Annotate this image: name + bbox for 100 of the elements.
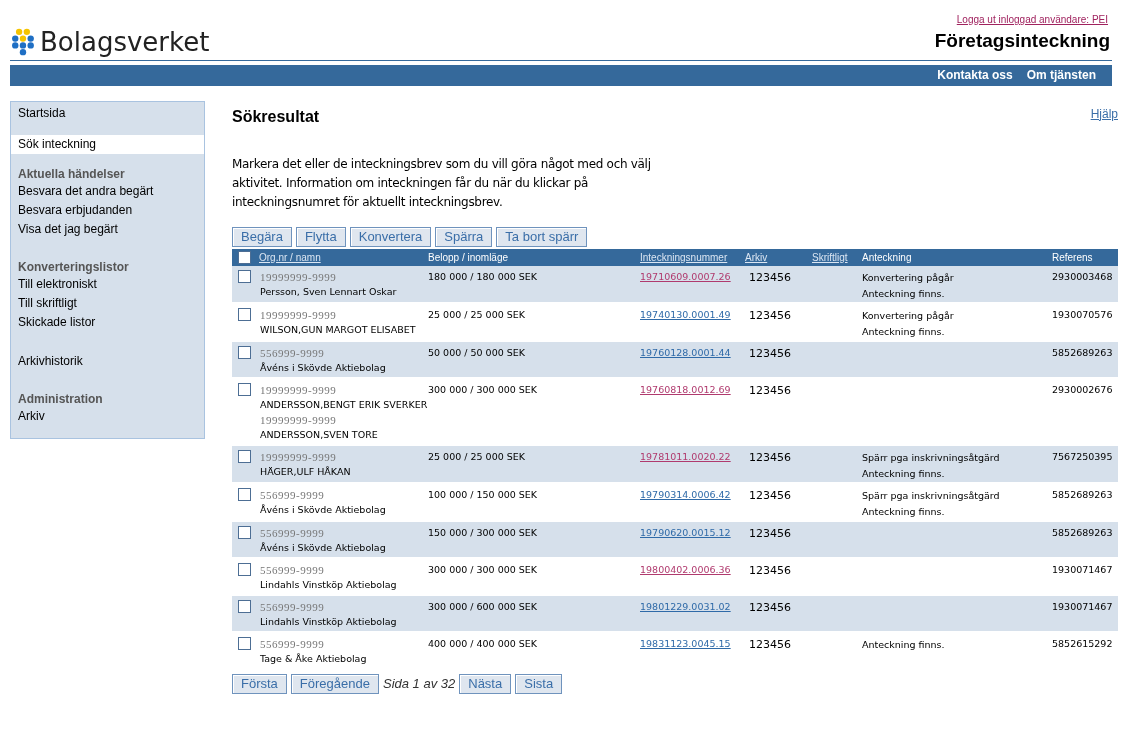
sidebar-heading: Konverteringslistor xyxy=(17,258,130,275)
note-text: Anteckning finns. xyxy=(862,504,946,519)
archive-text: 123456 xyxy=(749,383,791,397)
org-number: 19999999-9999 xyxy=(260,307,338,322)
org-number: 556999-9999 xyxy=(260,487,326,502)
row-checkbox[interactable] xyxy=(238,562,251,576)
mortgage-number-link[interactable]: 19801229.0031.02 xyxy=(640,600,731,612)
archive-text: 123456 xyxy=(749,637,791,651)
reference-text: 5852689263 xyxy=(1052,526,1113,538)
sidebar-item[interactable]: Startsida xyxy=(11,103,204,123)
mortgage-number-link[interactable]: 19740130.0001.49 xyxy=(640,308,731,320)
help-link[interactable]: Hjälp xyxy=(1090,104,1118,123)
row-checkbox[interactable] xyxy=(238,599,251,613)
note-text: Anteckning finns. xyxy=(862,637,946,652)
amount-text: 300 000 / 300 000 SEK xyxy=(428,563,538,575)
party-name: ANDERSSON,SVEN TORE xyxy=(260,427,379,442)
mortgage-number-link[interactable]: 19760128.0001.44 xyxy=(640,346,731,358)
archive-text: 123456 xyxy=(749,600,791,614)
mortgage-number-link[interactable]: 19790620.0015.12 xyxy=(640,526,731,538)
sidebar-item[interactable]: Besvara det andra begärt xyxy=(11,181,204,201)
archive-text: 123456 xyxy=(749,488,791,502)
mortgage-number-link[interactable]: 19790314.0006.42 xyxy=(640,488,731,500)
column-header: Referens xyxy=(1052,250,1093,265)
amount-text: 150 000 / 300 000 SEK xyxy=(428,526,538,538)
note-text: Anteckning finns. xyxy=(862,324,946,339)
reference-text: 2930002676 xyxy=(1052,383,1113,395)
row-checkbox[interactable] xyxy=(238,382,251,396)
previous-page-button[interactable]: Föregående xyxy=(290,673,379,694)
amount-text: 300 000 / 600 000 SEK xyxy=(428,600,538,612)
amount-text: 400 000 / 400 000 SEK xyxy=(428,637,538,649)
sidebar-item[interactable]: Arkiv xyxy=(11,406,204,426)
row-checkbox[interactable] xyxy=(238,449,251,463)
select-all-checkbox[interactable] xyxy=(238,250,251,264)
reference-text: 1930071467 xyxy=(1052,563,1113,575)
mortgage-number-link[interactable]: 19781011.0020.22 xyxy=(640,450,731,462)
org-number: 556999-9999 xyxy=(260,562,326,577)
next-page-button[interactable]: Nästa xyxy=(459,673,512,694)
action-button[interactable]: Konvertera xyxy=(349,226,432,247)
sort-link[interactable]: Arkiv xyxy=(745,249,768,265)
mortgage-number-link[interactable]: 19800402.0006.36 xyxy=(640,563,731,575)
org-number: 19999999-9999 xyxy=(260,412,338,427)
note-text: Anteckning finns. xyxy=(862,286,946,301)
sort-link[interactable]: Org.nr / namn xyxy=(259,249,321,265)
row-checkbox[interactable] xyxy=(238,525,251,539)
nav-link[interactable]: Kontakta oss xyxy=(937,66,1013,84)
logout-link[interactable]: Logga ut inloggad användare: PEI xyxy=(956,12,1108,27)
last-page-button[interactable]: Sista xyxy=(515,673,563,694)
sidebar-item[interactable]: Sök inteckning xyxy=(11,134,204,154)
page-title: Sökresultat xyxy=(232,106,320,127)
amount-text: 25 000 / 25 000 SEK xyxy=(428,450,525,462)
party-name: Åvéns i Skövde Aktiebolag xyxy=(260,540,386,555)
logo-icon xyxy=(10,27,34,56)
service-title: Företagsinteckning xyxy=(934,29,1110,53)
sidebar-item[interactable]: Arkivhistorik xyxy=(11,351,204,371)
row-checkbox[interactable] xyxy=(238,636,251,650)
sidebar-item[interactable]: Till elektroniskt xyxy=(11,274,204,294)
column-header: Belopp / inomläge xyxy=(428,250,509,265)
row-checkbox[interactable] xyxy=(238,487,251,501)
sort-link[interactable]: Skriftligt xyxy=(812,249,848,265)
sidebar-item[interactable]: Visa det jag begärt xyxy=(11,219,204,239)
sort-link[interactable]: Inteckningsnummer xyxy=(640,249,728,265)
org-number: 556999-9999 xyxy=(260,599,326,614)
mortgage-number-link[interactable]: 19831123.0045.15 xyxy=(640,637,731,649)
archive-text: 123456 xyxy=(749,346,791,360)
first-page-button[interactable]: Första xyxy=(232,673,287,694)
org-number: 556999-9999 xyxy=(260,525,326,540)
sidebar-item[interactable]: Skickade listor xyxy=(11,312,204,332)
column-header: Anteckning xyxy=(862,250,912,265)
amount-text: 50 000 / 50 000 SEK xyxy=(428,346,525,358)
amount-text: 180 000 / 180 000 SEK xyxy=(428,270,538,282)
action-button[interactable]: Spärra xyxy=(435,226,493,247)
amount-text: 100 000 / 150 000 SEK xyxy=(428,488,538,500)
row-checkbox[interactable] xyxy=(238,345,251,359)
action-button[interactable]: Begära xyxy=(232,226,292,247)
party-name: Tage & Åke Aktiebolag xyxy=(260,651,367,666)
action-button[interactable]: Ta bort spärr xyxy=(496,226,588,247)
note-text: Spärr pga inskrivningsåtgärd xyxy=(862,450,1001,465)
row-checkbox[interactable] xyxy=(238,269,251,283)
reference-text: 1930070576 xyxy=(1052,308,1113,320)
sidebar-heading: Aktuella händelser xyxy=(17,165,126,182)
reference-text: 1930071467 xyxy=(1052,600,1113,612)
amount-text: 25 000 / 25 000 SEK xyxy=(428,308,525,320)
party-name: Åvéns i Skövde Aktiebolag xyxy=(260,360,386,375)
party-name: Åvéns i Skövde Aktiebolag xyxy=(260,502,386,517)
party-name: Lindahls Vinstköp Aktiebolag xyxy=(260,614,397,629)
page-status: Sida 1 av 32 xyxy=(382,674,456,693)
row-checkbox[interactable] xyxy=(238,307,251,321)
org-number: 19999999-9999 xyxy=(260,382,338,397)
sidebar-item[interactable]: Besvara erbjudanden xyxy=(11,200,204,220)
archive-text: 123456 xyxy=(749,563,791,577)
archive-text: 123456 xyxy=(749,308,791,322)
org-number: 556999-9999 xyxy=(260,345,326,360)
sidebar-item[interactable]: Till skriftligt xyxy=(11,293,204,313)
note-text: Konvertering pågår xyxy=(862,270,955,285)
mortgage-number-link[interactable]: 19710609.0007.26 xyxy=(640,270,731,282)
nav-link[interactable]: Om tjänsten xyxy=(1026,66,1096,84)
mortgage-number-link[interactable]: 19760818.0012.69 xyxy=(640,383,731,395)
reference-text: 7567250395 xyxy=(1052,450,1113,462)
intro-text: Markera det eller de inteckningsbrev som du vill göra något med och välj aktivitet. Information om inteckningen får du när du klickar på inteckningsnumret för aktuellt inteckningsbrev. xyxy=(232,155,652,211)
action-button[interactable]: Flytta xyxy=(295,226,346,247)
